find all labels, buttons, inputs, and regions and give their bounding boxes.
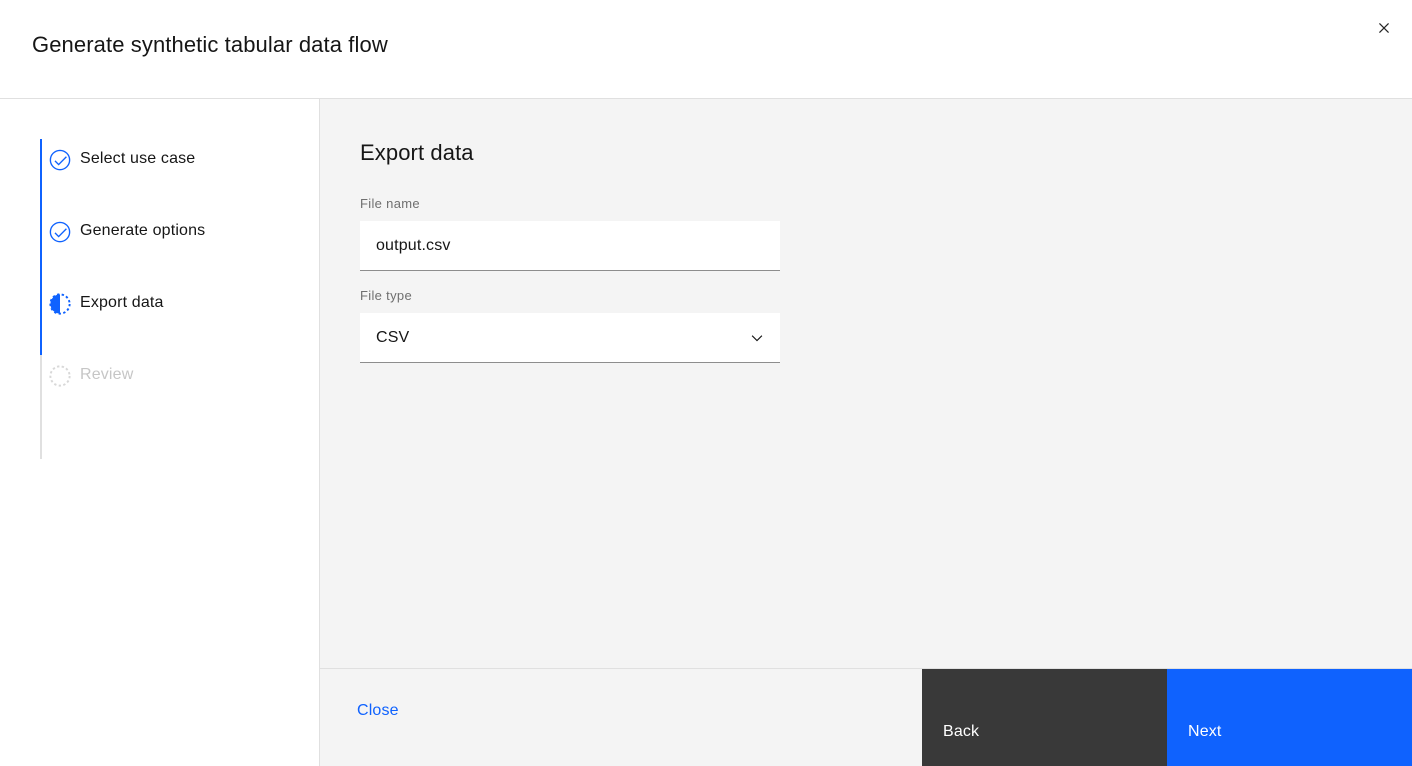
action-bar: Close Back Next [320,668,1412,766]
wizard-main-column: Export data File name File type CSV [320,99,1412,766]
back-button[interactable]: Back [922,669,1167,766]
page-title: Generate synthetic tabular data flow [32,32,388,57]
progress-step-label: Review [80,366,134,383]
section-title: Export data [360,140,474,165]
progress-step-label: Generate options [80,222,206,239]
wizard-sidebar: Select use case Generate options Export … [0,99,320,766]
close-link-button[interactable]: Close [341,688,415,734]
close-icon [1374,18,1394,38]
file-type-label: File type [360,288,413,303]
file-name-field-group: File name [360,195,1372,271]
progress-step-generate-options[interactable]: Generate options [40,211,303,283]
progress-step-export-data[interactable]: Export data [40,283,303,355]
progress-step-select-use-case[interactable]: Select use case [40,139,303,211]
tearsheet-body: Select use case Generate options Export … [0,99,1412,766]
tearsheet-modal: Generate synthetic tabular data flow Sel… [0,0,1412,766]
file-type-select[interactable]: CSV [360,313,780,363]
progress-step-label: Export data [80,294,164,311]
file-name-label: File name [360,196,420,211]
check-circle-icon [49,149,71,171]
close-button[interactable] [1356,0,1412,56]
file-type-selected-value: CSV [376,328,410,346]
progress-indicator: Select use case Generate options Export … [40,139,303,459]
file-type-field-group: File type CSV [360,287,1372,363]
action-bar-left: Close [320,669,922,766]
progress-step-label: Select use case [80,150,196,167]
incomplete-circle-icon [49,293,71,315]
dashed-circle-icon [49,365,71,387]
progress-step-review: Review [40,355,303,459]
next-button[interactable]: Next [1167,669,1412,766]
file-type-select-wrapper: CSV [360,313,780,363]
check-circle-icon [49,221,71,243]
file-name-input[interactable] [360,221,780,271]
tearsheet-header: Generate synthetic tabular data flow [0,0,1412,99]
wizard-step-content: Export data File name File type CSV [320,99,1412,668]
